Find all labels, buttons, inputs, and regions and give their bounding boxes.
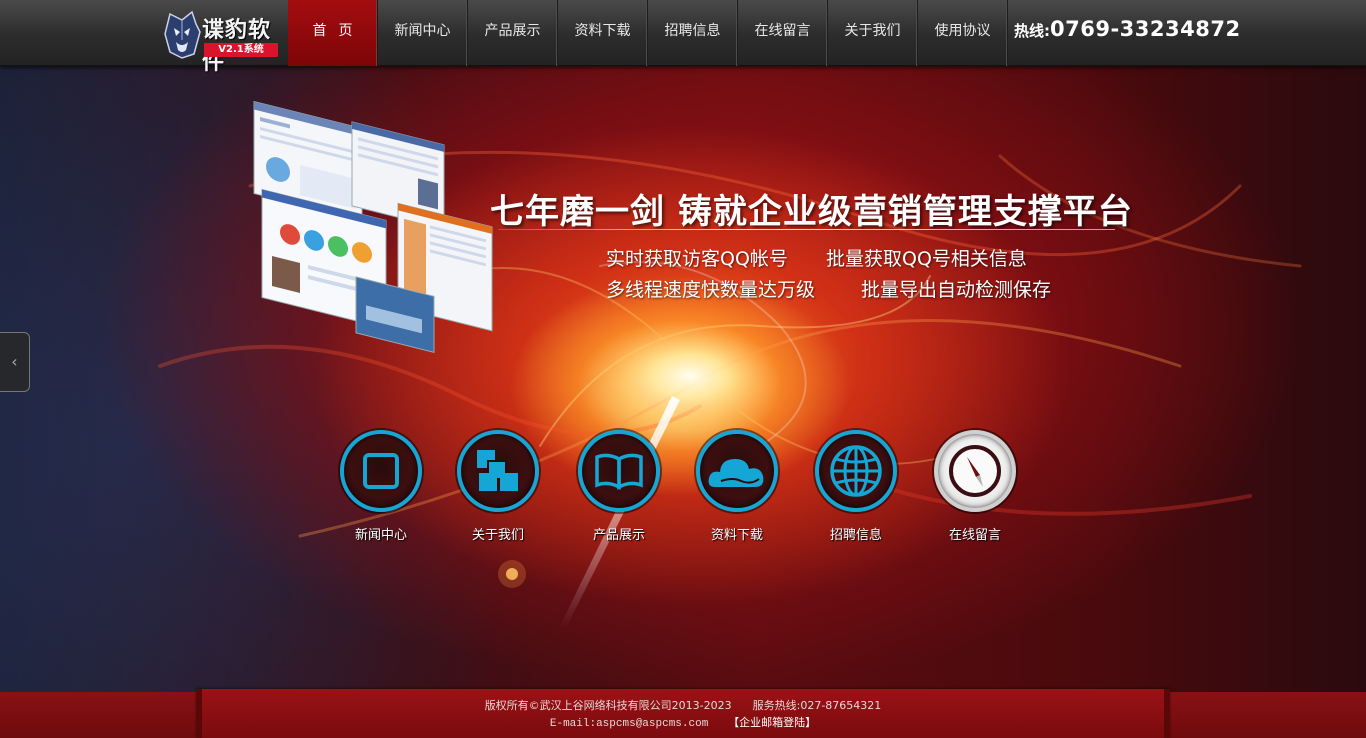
quick-link-guestbook[interactable]: 在线留言 [933, 430, 1017, 543]
nav-item-guestbook[interactable]: 在线留言 [738, 0, 828, 66]
hotline-number: 0769-33234872 [1050, 17, 1241, 41]
logo-version-badge: V2.1系统 [204, 43, 278, 57]
software-screenshots-collage [253, 100, 493, 353]
quick-link-jobs[interactable]: 招聘信息 [814, 430, 898, 543]
top-navigation-bar: 谍豹软件 V2.1系统 首页 新闻中心 产品展示 资料下载 招聘信息 在线留言 … [0, 0, 1366, 75]
quick-link-circle [696, 430, 778, 512]
square-icon [363, 453, 399, 489]
quick-link-circle [340, 430, 422, 512]
site-logo[interactable]: 谍豹软件 V2.1系统 [160, 6, 282, 75]
footer-copyright: 版权所有©武汉上谷网络科技有限公司2013-2023 [484, 699, 732, 712]
main-nav: 首页 新闻中心 产品展示 资料下载 招聘信息 在线留言 关于我们 使用协议 [288, 0, 1008, 66]
footer-copyright-line: 版权所有©武汉上谷网络科技有限公司2013-2023 服务热线:027-8765… [196, 697, 1170, 713]
book-icon [595, 453, 643, 490]
quick-link-label: 产品展示 [592, 528, 645, 543]
nav-item-home[interactable]: 首页 [288, 0, 378, 66]
quick-link-label: 关于我们 [471, 528, 524, 543]
hotline: 热线: 0769-33234872 [1014, 17, 1241, 47]
quick-link-circle [815, 430, 897, 512]
quick-link-label: 新闻中心 [354, 528, 407, 543]
nav-item-news[interactable]: 新闻中心 [378, 0, 468, 66]
enterprise-mail-login-link[interactable]: 【企业邮箱登陆】 [728, 716, 816, 729]
quick-link-circle [934, 430, 1016, 512]
leopard-head-icon [164, 10, 201, 59]
compass-icon [949, 445, 1001, 497]
hotline-label: 热线: [1014, 22, 1050, 40]
nav-item-jobs[interactable]: 招聘信息 [648, 0, 738, 66]
footer-email[interactable]: E-mail:aspcms@aspcms.com [550, 718, 708, 730]
footer-service-hotline: 服务热线:027-87654321 [752, 699, 882, 712]
nav-item-products[interactable]: 产品展示 [468, 0, 558, 66]
quick-link-downloads[interactable]: 资料下载 [695, 430, 779, 543]
feature-text: 批量获取QQ号相关信息 [826, 248, 1027, 270]
quick-link-news[interactable]: 新闻中心 [339, 430, 423, 543]
quick-link-circle [457, 430, 539, 512]
hero-headline: 七年磨一剑 铸就企业级营销管理支撑平台 [490, 192, 1133, 232]
quick-link-about[interactable]: 关于我们 [456, 430, 540, 543]
blocks-icon [477, 450, 518, 491]
feature-text: 实时获取访客QQ帐号 [606, 248, 788, 270]
quick-link-label: 招聘信息 [829, 528, 882, 543]
feature-text: 批量导出自动检测保存 [861, 279, 1052, 301]
quick-link-products[interactable]: 产品展示 [577, 430, 661, 543]
nav-item-downloads[interactable]: 资料下载 [558, 0, 648, 66]
cloud-icon [708, 459, 764, 487]
footer-contact-line: E-mail:aspcms@aspcms.com 【企业邮箱登陆】 [196, 714, 1170, 730]
nav-item-agreement[interactable]: 使用协议 [918, 0, 1008, 66]
quick-link-circle [578, 430, 660, 512]
quick-link-label: 在线留言 [948, 528, 1001, 543]
prev-slide-button[interactable]: ‹ [0, 332, 30, 392]
feature-text: 多线程速度快数量达万级 [606, 279, 816, 301]
nav-item-about[interactable]: 关于我们 [828, 0, 918, 66]
headline-divider [498, 229, 1115, 230]
quick-link-label: 资料下载 [710, 528, 763, 543]
hero-banner: ‹ 七年磨一剑 铸就企业级营销管理支撑平台 实时获取访客QQ帐号 批量获取QQ号… [0, 66, 1366, 692]
globe-icon [830, 445, 882, 497]
nebula-background [158, 150, 1302, 628]
